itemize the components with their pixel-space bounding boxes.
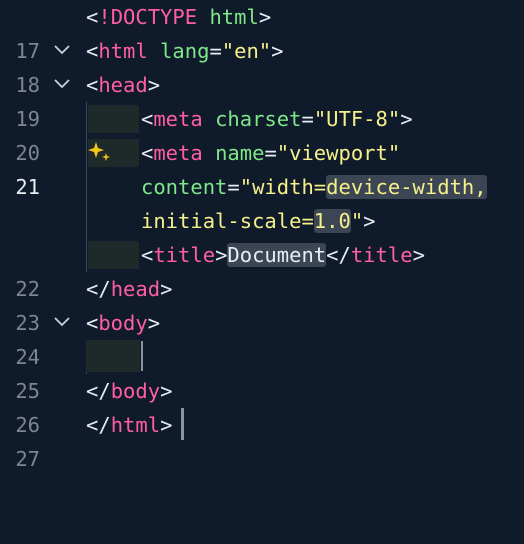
- selection-highlight: Document: [227, 243, 327, 267]
- whitespace-highlight: [88, 105, 139, 133]
- line-code: <meta charset="UTF-8">: [141, 107, 413, 131]
- code-line[interactable]: 24 <body>: [0, 306, 524, 369]
- code-line[interactable]: 27 </html>: [0, 408, 524, 471]
- code-line[interactable]: 18 <html lang="en">: [0, 34, 524, 97]
- selection-highlight: 1.0: [313, 209, 351, 233]
- code-line[interactable]: 23 </head>: [0, 272, 524, 335]
- code-line-wrap[interactable]: content="width=device-width,: [0, 170, 524, 204]
- code-line[interactable]: 19 <head>: [0, 68, 524, 131]
- code-line-wrap[interactable]: initial-scale=1.0">: [0, 204, 524, 238]
- text-cursor: [181, 408, 184, 440]
- whitespace-highlight: [88, 241, 139, 269]
- chevron-down-icon[interactable]: [54, 34, 72, 68]
- line-code: <body>: [86, 311, 161, 335]
- code-line[interactable]: 25: [0, 340, 524, 403]
- line-code: </body>: [86, 379, 173, 403]
- code-editor[interactable]: 17 <!DOCTYPE html> 18 <html lang="en"> 1…: [0, 0, 524, 471]
- line-code: </head>: [86, 277, 173, 301]
- line-number: 27: [15, 447, 40, 471]
- code-line[interactable]: 17 <!DOCTYPE html>: [0, 0, 524, 63]
- code-line[interactable]: 22 <title>Document</title>: [0, 238, 524, 301]
- code-line[interactable]: 20 <meta charset="UTF-8">: [0, 102, 524, 165]
- line-code: initial-scale=1.0">: [141, 209, 376, 233]
- chevron-down-icon[interactable]: [54, 68, 72, 102]
- selection-highlight: device-width,: [326, 175, 487, 199]
- line-code: content="width=device-width,: [141, 175, 487, 199]
- code-line[interactable]: 21 <meta name="viewport": [0, 136, 524, 199]
- line-code: <meta name="viewport": [141, 141, 401, 165]
- line-code: <title>Document</title>: [141, 243, 425, 267]
- line-code: <html lang="en">: [86, 39, 284, 63]
- line-code: <head>: [86, 73, 161, 97]
- chevron-down-icon[interactable]: [54, 306, 72, 340]
- code-line[interactable]: 26 </body>: [0, 374, 524, 437]
- line-code: <!DOCTYPE html>: [86, 5, 272, 29]
- line-code: </html>: [86, 413, 173, 437]
